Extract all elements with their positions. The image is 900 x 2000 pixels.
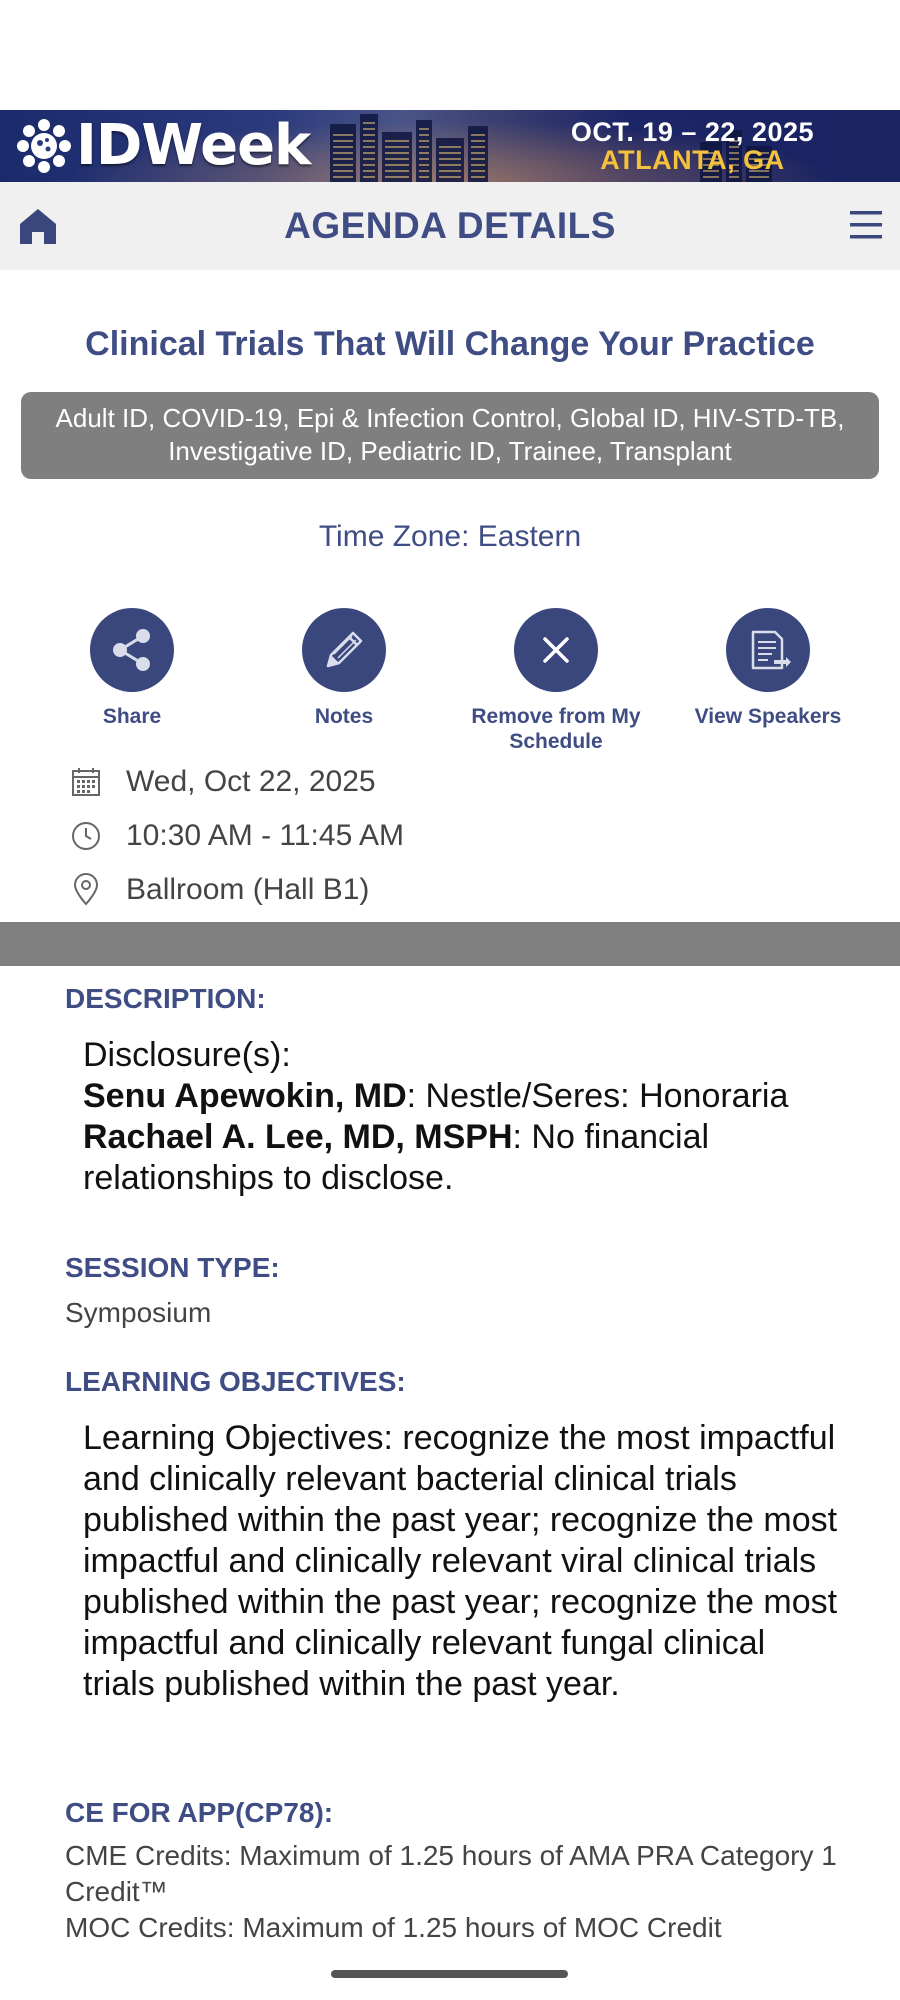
location-pin-icon (68, 872, 104, 908)
event-dates: OCT. 19 – 22, 2025 ATLANTA, GA (571, 118, 814, 174)
disclosure-line: Senu Apewokin, MD: Nestle/Seres: Honorar… (83, 1076, 843, 1117)
learning-objectives-heading: LEARNING OBJECTIVES: (65, 1366, 406, 1397)
session-location: Ballroom (Hall B1) (126, 873, 370, 906)
speaker-disclosure: : Nestle/Seres: Honoraria (406, 1077, 789, 1115)
share-icon (90, 608, 174, 692)
page-title: AGENDA DETAILS (284, 205, 616, 246)
moc-credits: MOC Credits: Maximum of 1.25 hours of MO… (65, 1912, 722, 1943)
close-icon (514, 608, 598, 692)
ce-heading: CE FOR APP(CP78): (65, 1797, 334, 1828)
view-speakers-button[interactable]: View Speakers (668, 608, 868, 729)
notes-button[interactable]: Notes (244, 608, 444, 729)
section-divider (0, 922, 900, 966)
session-title: Clinical Trials That Will Change Your Pr… (85, 325, 815, 363)
disclosure-intro: Disclosure(s): (83, 1036, 291, 1074)
top-nav: AGENDA DETAILS (0, 182, 900, 270)
description-heading: DESCRIPTION: (65, 983, 266, 1014)
disclosure-text: Disclosure(s): Senu Apewokin, MD: Nestle… (83, 1035, 843, 1199)
session-type-value: Symposium (65, 1297, 212, 1328)
virus-logo-icon (17, 119, 71, 173)
remove-from-schedule-button[interactable]: Remove from My Schedule (456, 608, 656, 754)
session-type-heading: SESSION TYPE: (65, 1252, 280, 1283)
gesture-navigation-bar[interactable] (331, 1970, 568, 1978)
session-tracks-badge: Adult ID, COVID-19, Epi & Infection Cont… (21, 392, 879, 479)
speaker-name: Rachael A. Lee, MD, MSPH (83, 1118, 513, 1156)
ce-credits: CME Credits: Maximum of 1.25 hours of AM… (65, 1838, 865, 1946)
speaker-name: Senu Apewokin, MD (83, 1077, 407, 1115)
hamburger-menu-icon[interactable] (848, 208, 884, 242)
share-label: Share (102, 705, 162, 728)
learning-objectives-text: Learning Objectives: recognize the most … (83, 1419, 838, 1703)
session-time-row: 10:30 AM - 11:45 AM (68, 816, 404, 856)
event-banner: IDWeek OCT. 19 – 22, 2025 ATLANTA, GA (0, 110, 900, 182)
session-date-row: Wed, Oct 22, 2025 (68, 762, 376, 802)
cme-credits: CME Credits: Maximum of 1.25 hours of AM… (65, 1840, 837, 1907)
session-location-row: Ballroom (Hall B1) (68, 870, 369, 910)
share-button[interactable]: Share (32, 608, 232, 729)
view-speakers-label: View Speakers (694, 705, 842, 728)
home-icon[interactable] (18, 206, 58, 246)
session-time: 10:30 AM - 11:45 AM (126, 819, 404, 852)
session-date: Wed, Oct 22, 2025 (126, 765, 376, 798)
logo-wordmark: IDWeek (76, 113, 311, 178)
event-location: ATLANTA, GA (600, 145, 785, 175)
idweek-logo: IDWeek (14, 113, 311, 178)
status-bar (0, 0, 900, 110)
calendar-icon (68, 764, 104, 800)
notes-label: Notes (314, 705, 374, 728)
disclosure-line: Rachael A. Lee, MD, MSPH: No financial r… (83, 1117, 843, 1199)
event-date-range: OCT. 19 – 22, 2025 (570, 117, 814, 147)
clock-icon (68, 818, 104, 854)
document-icon (726, 608, 810, 692)
pencil-icon (302, 608, 386, 692)
time-zone-label: Time Zone: Eastern (318, 520, 582, 553)
remove-from-schedule-label: Remove from My Schedule (471, 705, 641, 753)
